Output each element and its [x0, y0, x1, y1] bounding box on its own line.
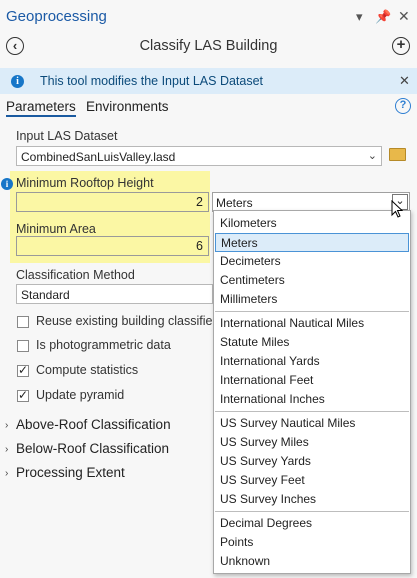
checkbox-label: Reuse existing building classified [36, 314, 220, 328]
class-method-value: Standard [21, 288, 70, 302]
units-option-intl-nautical-miles[interactable]: International Nautical Miles [215, 314, 409, 333]
units-option-millimeters[interactable]: Millimeters [215, 290, 409, 309]
min-rooftop-input[interactable]: 2 [16, 192, 209, 212]
units-option-intl-feet[interactable]: International Feet [215, 371, 409, 390]
min-area-label: Minimum Area [16, 222, 96, 236]
pane-title-bar: Geoprocessing ▾ 📌 ✕ [0, 0, 417, 34]
checkbox-compute-statistics[interactable] [17, 363, 29, 377]
checkbox-reuse-existing[interactable] [17, 316, 29, 328]
section-above-roof[interactable]: Above-Roof Classification [16, 417, 171, 432]
info-icon: i [11, 75, 24, 88]
pane-title: Geoprocessing [6, 8, 107, 25]
chevron-right-icon[interactable]: › [5, 444, 8, 455]
checkbox-label: Update pyramid [36, 388, 125, 402]
checkbox-photogrammetric[interactable] [17, 340, 29, 352]
units-option-statute-miles[interactable]: Statute Miles [215, 333, 409, 352]
dropdown-separator [215, 511, 409, 512]
units-option-unknown[interactable]: Unknown [215, 552, 409, 571]
units-option-kilometers[interactable]: Kilometers [215, 214, 409, 233]
dropdown-arrow-icon[interactable]: ▾ [356, 9, 363, 25]
units-option-meters[interactable]: Meters [215, 233, 409, 252]
checkbox-update-pyramid[interactable] [17, 388, 29, 402]
banner-message: This tool modifies the Input LAS Dataset [40, 74, 264, 88]
chevron-down-icon[interactable]: ⌄ [368, 149, 377, 162]
add-icon[interactable]: + [392, 37, 410, 55]
dropdown-separator [215, 411, 409, 412]
units-option-us-survey-miles[interactable]: US Survey Miles [215, 433, 409, 452]
min-rooftop-label: Minimum Rooftop Height [16, 176, 154, 190]
units-option-decimal-degrees[interactable]: Decimal Degrees [215, 514, 409, 533]
help-icon[interactable]: ? [395, 98, 411, 114]
close-icon[interactable]: ✕ [398, 8, 410, 25]
units-select-value: Meters [216, 196, 253, 210]
checkbox-label: Compute statistics [36, 363, 139, 377]
chevron-right-icon[interactable]: › [5, 468, 8, 479]
tab-parameters[interactable]: Parameters [6, 99, 76, 117]
units-option-points[interactable]: Points [215, 533, 409, 552]
units-option-us-survey-yards[interactable]: US Survey Yards [215, 452, 409, 471]
chevron-right-icon[interactable]: › [5, 420, 8, 431]
checkbox-label: Is photogrammetric data [36, 338, 171, 352]
info-banner: i This tool modifies the Input LAS Datas… [0, 68, 417, 94]
units-option-intl-yards[interactable]: International Yards [215, 352, 409, 371]
units-dropdown-list: Kilometers Meters Decimeters Centimeters… [213, 210, 411, 574]
units-select[interactable]: Meters ⌄ [212, 192, 410, 212]
class-method-label: Classification Method [16, 268, 135, 282]
tool-title: Classify LAS Building [139, 38, 278, 54]
folder-icon[interactable] [389, 148, 406, 161]
tab-environments[interactable]: Environments [86, 99, 169, 114]
units-option-us-survey-inches[interactable]: US Survey Inches [215, 490, 409, 509]
section-processing-extent[interactable]: Processing Extent [16, 465, 125, 480]
section-below-roof[interactable]: Below-Roof Classification [16, 441, 169, 456]
units-option-centimeters[interactable]: Centimeters [215, 271, 409, 290]
min-area-input[interactable]: 6 [16, 236, 209, 256]
pin-icon[interactable]: 📌 [375, 9, 391, 25]
units-option-us-survey-feet[interactable]: US Survey Feet [215, 471, 409, 490]
banner-close-icon[interactable]: ✕ [399, 73, 410, 89]
mouse-cursor-icon [391, 200, 403, 218]
units-option-us-nautical-miles[interactable]: US Survey Nautical Miles [215, 414, 409, 433]
info-icon: i [1, 178, 13, 190]
class-method-select[interactable]: Standard [16, 284, 213, 304]
units-option-decimeters[interactable]: Decimeters [215, 252, 409, 271]
input-las-label: Input LAS Dataset [16, 129, 118, 143]
input-las-value: CombinedSanLuisValley.lasd [21, 150, 176, 164]
dropdown-separator [215, 311, 409, 312]
input-las-field[interactable]: CombinedSanLuisValley.lasd ⌄ [16, 146, 382, 166]
units-option-intl-inches[interactable]: International Inches [215, 390, 409, 409]
